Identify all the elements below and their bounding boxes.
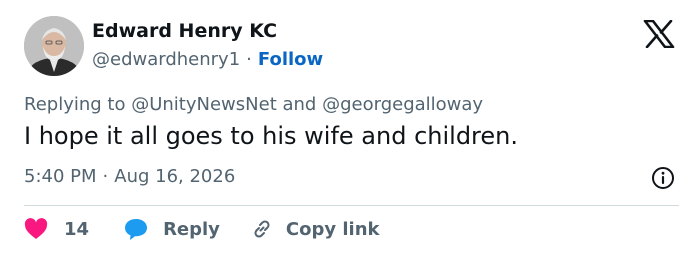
copy-link-label: Copy link	[285, 218, 380, 240]
tweet-time: 5:40 PM	[24, 166, 97, 187]
avatar[interactable]	[24, 16, 84, 76]
reply-context: Replying to @UnityNewsNet and @georgegal…	[24, 94, 483, 115]
reply-label: Reply	[163, 218, 220, 240]
x-logo-icon[interactable]	[643, 20, 675, 48]
copy-link-button[interactable]: Copy link	[250, 217, 380, 241]
timestamp-separator: ·	[102, 166, 109, 187]
divider	[24, 205, 679, 206]
tweet-date: Aug 16, 2026	[114, 166, 236, 187]
mention-unitynewsnet[interactable]: @UnityNewsNet	[131, 94, 277, 115]
link-icon	[254, 220, 270, 238]
tweet-card: Edward Henry KC @edwardhenry1 · Follow Rep…	[0, 0, 700, 256]
info-icon[interactable]	[651, 166, 675, 190]
like-count: 14	[64, 218, 90, 240]
mention-georgegalloway[interactable]: @georgegalloway	[322, 94, 483, 115]
author-handle-line: @edwardhenry1 · Follow	[92, 49, 323, 70]
heart-icon	[24, 218, 48, 239]
reply-bubble-icon	[125, 219, 148, 240]
like-button[interactable]: 14	[24, 218, 89, 240]
author-name[interactable]: Edward Henry KC	[92, 20, 277, 42]
follow-button[interactable]: Follow	[258, 49, 323, 70]
reply-context-conjunction: and	[282, 94, 317, 115]
tweet-timestamp[interactable]: 5:40 PM · Aug 16, 2026	[24, 166, 235, 187]
reply-button[interactable]: Reply	[123, 217, 220, 241]
author-handle[interactable]: @edwardhenry1	[92, 49, 240, 70]
tweet-text: I hope it all goes to his wife and child…	[24, 122, 519, 150]
tweet-actions: 14 Reply Copy link	[24, 214, 380, 244]
reply-context-prefix: Replying to	[24, 94, 126, 115]
handle-separator: ·	[246, 49, 252, 70]
